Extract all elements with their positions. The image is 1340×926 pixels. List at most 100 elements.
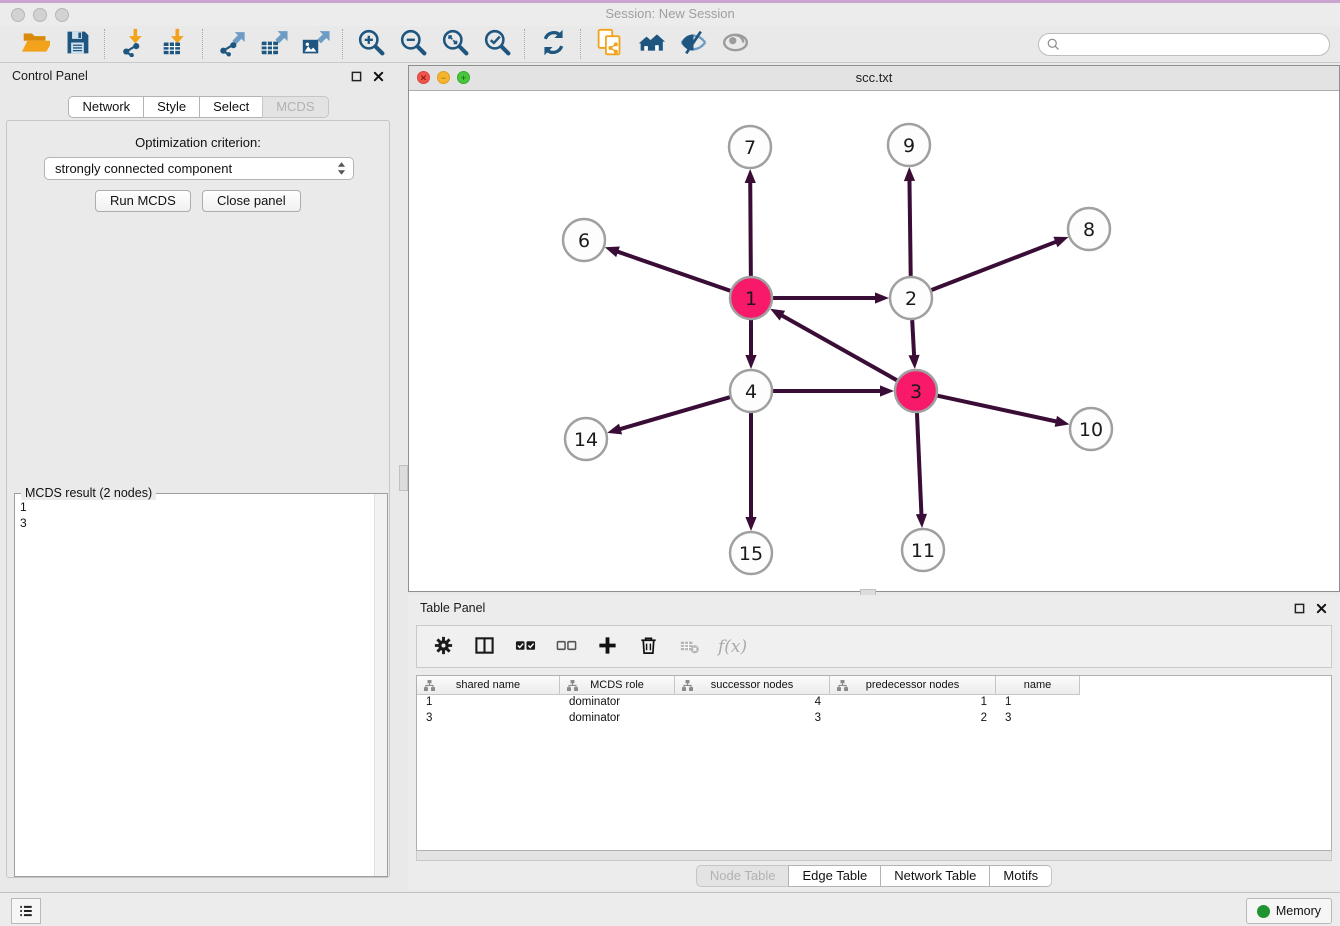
export-network-button[interactable] [214, 28, 248, 60]
export-image-icon [301, 28, 330, 60]
delete-columns-button[interactable] [636, 635, 660, 659]
zoom-fit-button[interactable] [438, 28, 472, 60]
graph-node-1[interactable]: 1 [730, 277, 772, 319]
graph-node-10[interactable]: 10 [1070, 408, 1112, 450]
cell[interactable]: 2 [830, 711, 996, 727]
tab-motifs[interactable]: Motifs [989, 865, 1052, 887]
run-mcds-button[interactable]: Run MCDS [95, 190, 191, 212]
column-header-shared-name[interactable]: shared name [417, 676, 560, 695]
tab-network[interactable]: Network [68, 96, 143, 118]
minimize-window-button[interactable] [33, 8, 47, 22]
zoom-window-button[interactable] [55, 8, 69, 22]
graph-node-15[interactable]: 15 [730, 532, 772, 574]
cell[interactable]: 1 [996, 695, 1080, 711]
cell[interactable]: dominator [560, 695, 675, 711]
vertical-splitter-handle[interactable] [399, 465, 408, 491]
graph-node-7[interactable]: 7 [729, 126, 771, 168]
result-scrollbar[interactable] [374, 494, 387, 876]
graph-node-14[interactable]: 14 [565, 418, 607, 460]
export-image-button[interactable] [298, 28, 332, 60]
table-close-button[interactable] [1314, 601, 1328, 615]
table-hscrollbar[interactable] [416, 851, 1332, 861]
graph-node-2[interactable]: 2 [890, 277, 932, 319]
frame-maximize-button[interactable]: + [457, 71, 470, 84]
edge-arrow-4-14 [607, 424, 622, 435]
network-canvas[interactable]: 7 9 6 8 1 2 4 3 14 10 15 11 [410, 91, 1339, 591]
settings-button[interactable] [431, 635, 455, 659]
edge-3-11[interactable] [917, 413, 922, 517]
mcds-result-text[interactable]: 1 3 [16, 497, 374, 875]
cell[interactable]: 1 [830, 695, 996, 711]
toggle-panels-button[interactable] [676, 28, 710, 60]
svg-text:10: 10 [1079, 419, 1103, 441]
network-frame-titlebar[interactable]: ✕ − + scc.txt [409, 66, 1339, 91]
graph-node-3[interactable]: 3 [895, 370, 937, 412]
edge-2-3[interactable] [912, 320, 914, 358]
cell[interactable]: 4 [675, 695, 830, 711]
edge-arrow-2-3 [908, 355, 919, 369]
tab-mcds[interactable]: MCDS [262, 96, 328, 118]
tab-style[interactable]: Style [143, 96, 199, 118]
graph-node-6[interactable]: 6 [563, 219, 605, 261]
zoom-selected-button[interactable] [480, 28, 514, 60]
tab-node-table[interactable]: Node Table [696, 865, 789, 887]
table-row[interactable]: 1dominator411 [417, 695, 1331, 711]
tab-network-table[interactable]: Network Table [880, 865, 989, 887]
column-header-successor-nodes[interactable]: successor nodes [675, 676, 830, 695]
float-panel-button[interactable] [349, 69, 363, 83]
table-toolbar: f(x) [416, 625, 1332, 668]
deselect-all-button[interactable] [554, 635, 578, 659]
close-window-button[interactable] [11, 8, 25, 22]
edge-2-8[interactable] [932, 241, 1059, 290]
import-network-button[interactable] [116, 28, 150, 60]
graph-node-9[interactable]: 9 [888, 124, 930, 166]
home-button[interactable] [634, 28, 668, 60]
table-float-button[interactable] [1292, 601, 1306, 615]
cell[interactable]: 3 [417, 711, 560, 727]
edge-4-14[interactable] [618, 397, 730, 430]
graph-node-11[interactable]: 11 [902, 529, 944, 571]
edge-3-10[interactable] [937, 396, 1058, 422]
edge-arrow-1-2 [875, 292, 889, 303]
delete-table-button [677, 635, 701, 659]
import-table-button[interactable] [158, 28, 192, 60]
select-all-button[interactable] [513, 635, 537, 659]
window-traffic-lights[interactable] [11, 8, 69, 22]
frame-close-button[interactable]: ✕ [417, 71, 430, 84]
edge-2-9[interactable] [909, 178, 910, 276]
search-input[interactable] [1061, 35, 1329, 55]
close-panel-button[interactable] [371, 69, 385, 83]
save-session-button[interactable] [60, 28, 94, 60]
hierarchy-icon [567, 680, 578, 691]
zoom-out-button[interactable] [396, 28, 430, 60]
clone-network-button[interactable] [592, 28, 626, 60]
column-header-MCDS-role[interactable]: MCDS role [560, 676, 675, 695]
refresh-button[interactable] [536, 28, 570, 60]
criterion-select[interactable]: strongly connected component [44, 157, 354, 180]
export-table-button[interactable] [256, 28, 290, 60]
memory-button[interactable]: Memory [1246, 898, 1332, 924]
column-header-predecessor-nodes[interactable]: predecessor nodes [830, 676, 996, 695]
tab-select[interactable]: Select [199, 96, 262, 118]
task-history-button[interactable] [11, 898, 41, 924]
graph-node-4[interactable]: 4 [730, 370, 772, 412]
cell[interactable]: 3 [675, 711, 830, 727]
column-header-name[interactable]: name [996, 676, 1080, 695]
edge-1-6[interactable] [615, 251, 730, 291]
edge-3-1[interactable] [780, 314, 897, 380]
table-row[interactable]: 3dominator323 [417, 711, 1331, 727]
zoom-in-button[interactable] [354, 28, 388, 60]
split-view-button[interactable] [472, 635, 496, 659]
search-icon [1046, 37, 1061, 52]
open-session-button[interactable] [18, 28, 52, 60]
cell[interactable]: 3 [996, 711, 1080, 727]
search-field[interactable] [1038, 33, 1330, 56]
graph-node-8[interactable]: 8 [1068, 208, 1110, 250]
cell[interactable]: dominator [560, 711, 675, 727]
close-panel-action-button[interactable]: Close panel [202, 190, 301, 212]
cell[interactable]: 1 [417, 695, 560, 711]
edge-1-7[interactable] [750, 180, 751, 276]
frame-minimize-button[interactable]: − [437, 71, 450, 84]
add-column-button[interactable] [595, 635, 619, 659]
tab-edge-table[interactable]: Edge Table [788, 865, 880, 887]
